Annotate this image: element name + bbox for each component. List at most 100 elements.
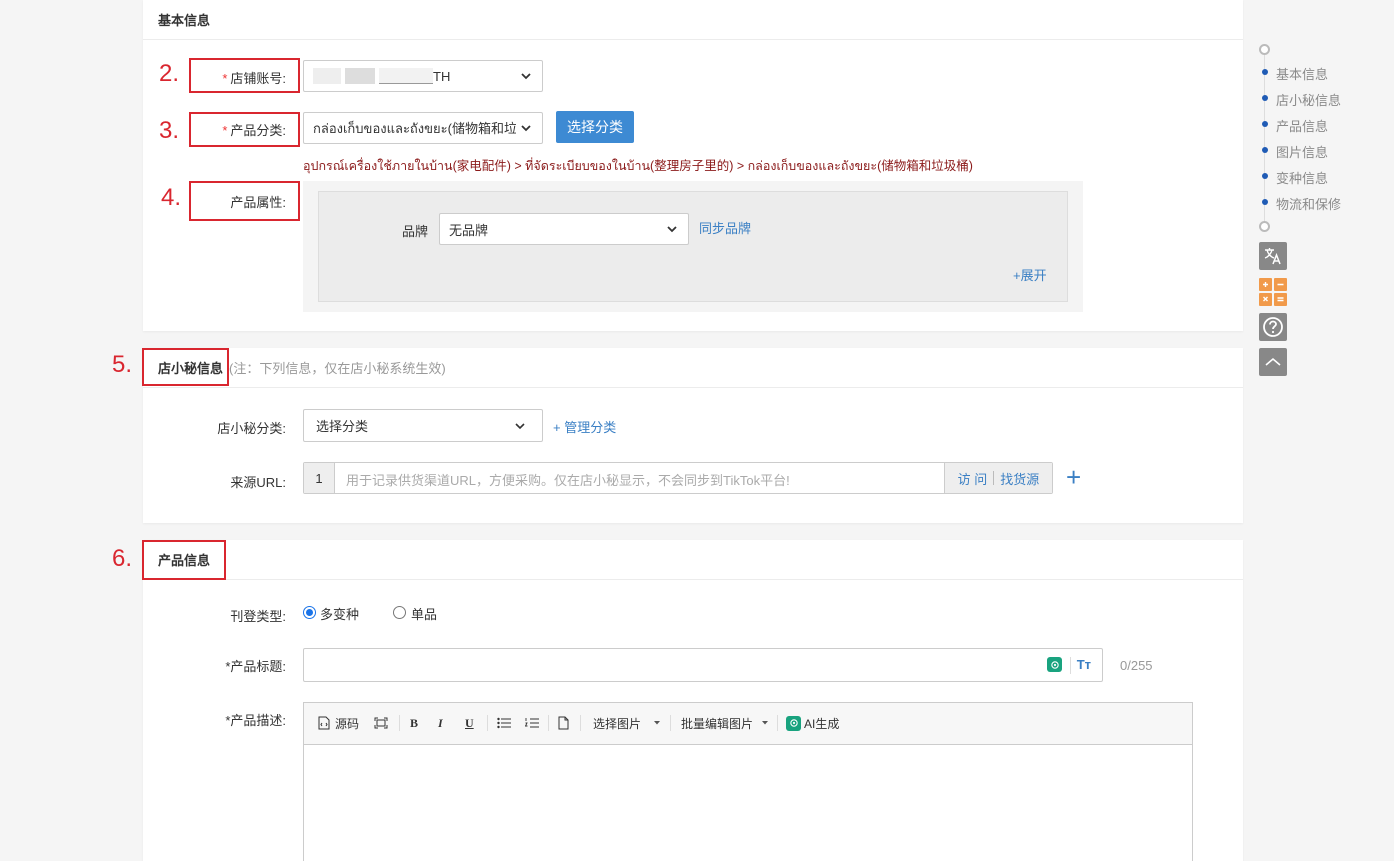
shop-account-mask xyxy=(313,68,341,84)
choose-category-button[interactable]: 选择分类 xyxy=(556,111,634,143)
secret-category-label: 店小秘分类: xyxy=(217,421,286,436)
source-url-label: 来源URL: xyxy=(230,475,286,490)
product-title-input[interactable]: Tт xyxy=(303,648,1103,682)
find-source-link[interactable]: 找货源 xyxy=(1000,469,1039,488)
nav-start-ring xyxy=(1259,44,1270,55)
editor-toolbar: 源码 B I U 选择图片 批量编辑图片 AI生成 xyxy=(304,703,1192,745)
gpt-icon[interactable] xyxy=(1047,657,1062,672)
category-value: กล่องเก็บของและถังขยะ(储物箱和垃圾 xyxy=(313,120,516,136)
annotation-6: 6. xyxy=(112,545,133,572)
divider xyxy=(670,715,671,731)
batch-edit-image-dropdown[interactable]: 批量编辑图片 xyxy=(681,703,769,743)
divider xyxy=(993,471,995,485)
visit-link[interactable]: 访 问 xyxy=(958,469,988,488)
ai-generate-button[interactable]: AI生成 xyxy=(786,703,839,743)
chevron-up-icon xyxy=(1265,357,1281,366)
bullet-list-icon xyxy=(497,717,511,729)
chevron-down-icon xyxy=(521,73,531,80)
nav-item-variants[interactable]: 变种信息 xyxy=(1276,168,1328,187)
chevron-down-icon xyxy=(521,125,531,132)
caret-down-icon xyxy=(762,721,769,725)
radio-single[interactable] xyxy=(393,606,406,619)
fullscreen-button[interactable] xyxy=(374,703,388,743)
radio-multi-variant[interactable] xyxy=(303,606,316,619)
manage-category-link[interactable]: + 管理分类 xyxy=(553,417,616,436)
nav-item-logistics[interactable]: 物流和保修 xyxy=(1276,194,1341,213)
pick-image-dropdown[interactable]: 选择图片 xyxy=(593,703,661,743)
url-actions: 访 问 找货源 xyxy=(944,463,1052,493)
title-char-count: 0/255 xyxy=(1120,658,1153,673)
nav-dot xyxy=(1262,121,1268,127)
nav-dot xyxy=(1262,173,1268,179)
product-attr-label: 产品属性: xyxy=(230,195,286,210)
gpt-icon xyxy=(786,715,801,731)
source-url-input[interactable]: 用于记录供货渠道URL，方便采购。仅在店小秘显示，不会同步到TikTok平台! xyxy=(346,470,790,489)
nav-item-basic[interactable]: 基本信息 xyxy=(1276,64,1328,83)
bullet-list-button[interactable] xyxy=(497,703,511,743)
divider xyxy=(487,715,488,731)
ai-generate-label: AI生成 xyxy=(804,716,840,731)
italic-button[interactable]: I xyxy=(438,703,443,743)
pick-image-label: 选择图片 xyxy=(593,716,642,731)
shop-account-value: TH xyxy=(433,68,451,84)
expand-attrs-link[interactable]: +展开 xyxy=(1013,265,1047,284)
batch-edit-image-label: 批量编辑图片 xyxy=(681,716,754,731)
brand-select[interactable]: 无品牌 xyxy=(439,213,689,245)
annotation-3: 3. xyxy=(159,117,180,144)
basic-info-header: 基本信息 xyxy=(143,0,1243,40)
back-to-top-button[interactable] xyxy=(1259,348,1287,376)
shop-account-mask-3 xyxy=(379,68,433,84)
fullscreen-icon xyxy=(374,717,388,729)
shop-account-label: * 店铺账号: xyxy=(222,71,286,86)
product-info-header: 产品信息 xyxy=(143,540,1243,580)
nav-dot xyxy=(1262,69,1268,75)
attr-panel xyxy=(318,191,1068,302)
divider xyxy=(580,715,581,731)
nav-item-images[interactable]: 图片信息 xyxy=(1276,142,1328,161)
nav-item-secret[interactable]: 店小秘信息 xyxy=(1276,90,1341,109)
radio-multi-label: 多变种 xyxy=(320,607,360,622)
nav-end-ring xyxy=(1259,221,1270,232)
divider xyxy=(1070,657,1071,674)
product-title-label: *产品标题: xyxy=(225,659,286,674)
nav-dot xyxy=(1262,147,1268,153)
nav-item-product[interactable]: 产品信息 xyxy=(1276,116,1328,135)
annotation-box-6 xyxy=(142,540,226,580)
source-url-group: 1 用于记录供货渠道URL，方便采购。仅在店小秘显示，不会同步到TikTok平台… xyxy=(303,462,1053,494)
bold-button[interactable]: B xyxy=(410,703,418,743)
translate-button[interactable] xyxy=(1259,242,1287,270)
page-button[interactable] xyxy=(558,703,569,743)
source-code-button[interactable]: 源码 xyxy=(318,703,359,743)
numbered-list-icon xyxy=(525,718,539,728)
annotation-2: 2. xyxy=(159,60,180,87)
divider xyxy=(777,715,778,731)
annotation-box-5 xyxy=(142,348,229,386)
brand-value: 无品牌 xyxy=(449,222,489,238)
brand-label: 品牌 xyxy=(401,224,428,239)
category-label: * 产品分类: xyxy=(222,123,286,138)
shop-account-mask-2 xyxy=(345,68,375,84)
url-index: 1 xyxy=(304,463,335,493)
category-select[interactable]: กล่องเก็บของและถังขยะ(储物箱和垃圾 xyxy=(303,112,543,144)
caret-down-icon xyxy=(654,721,661,725)
calculator-button[interactable] xyxy=(1259,278,1287,306)
chevron-down-icon xyxy=(667,226,677,233)
divider xyxy=(399,715,400,731)
underline-button[interactable]: U xyxy=(465,703,474,743)
nav-dot xyxy=(1262,95,1268,101)
help-button[interactable] xyxy=(1259,313,1287,341)
sync-brand-link[interactable]: 同步品牌 xyxy=(699,218,751,237)
text-size-icon[interactable]: Tт xyxy=(1077,657,1091,672)
calculator-icon xyxy=(1259,278,1287,306)
help-icon xyxy=(1263,317,1283,337)
divider xyxy=(548,715,549,731)
radio-single-label: 单品 xyxy=(411,607,438,622)
add-url-button[interactable]: + xyxy=(1066,462,1081,492)
annotation-4: 4. xyxy=(161,184,182,211)
description-editor[interactable]: 源码 B I U 选择图片 批量编辑图片 AI生成 xyxy=(303,702,1193,861)
product-desc-label: *产品描述: xyxy=(225,713,286,728)
secret-category-select[interactable]: 选择分类 xyxy=(303,409,543,442)
numbered-list-button[interactable] xyxy=(525,703,539,743)
shop-account-select[interactable]: TH xyxy=(303,60,543,92)
category-path: อุปกรณ์เครื่องใช้ภายในบ้าน(家电配件) > ที่จั… xyxy=(303,159,973,173)
